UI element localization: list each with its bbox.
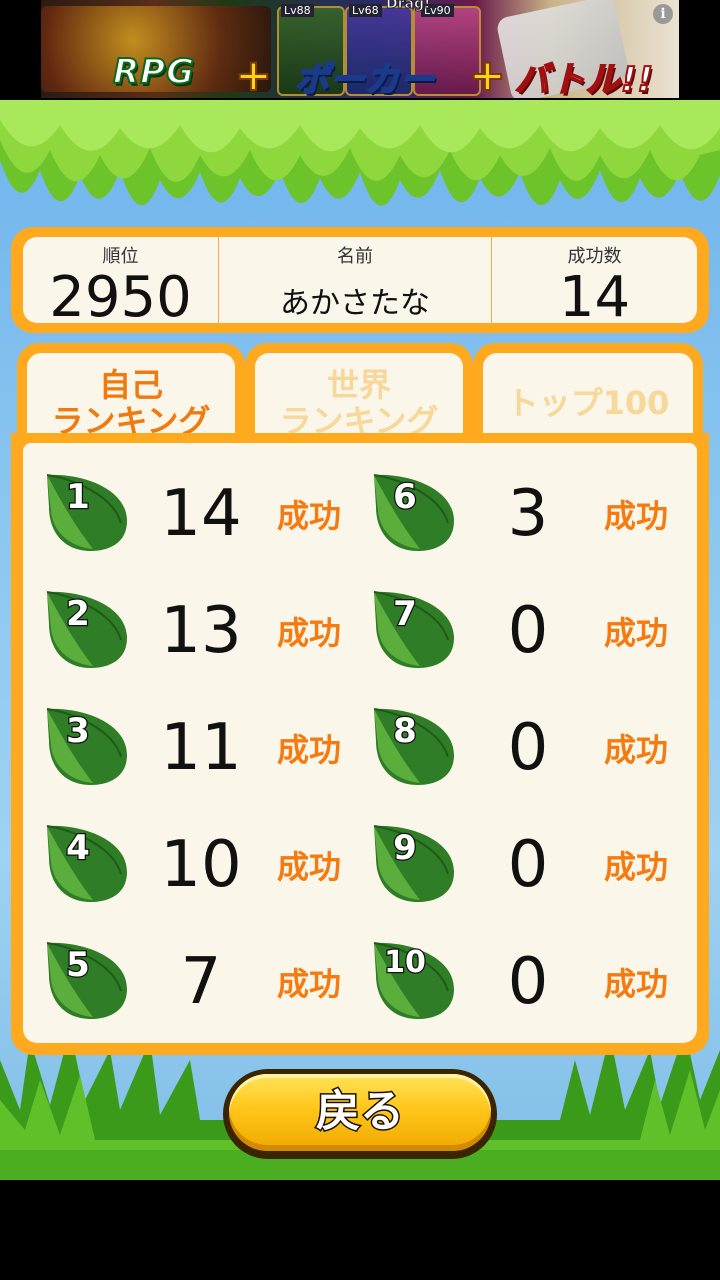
tab-world-ranking-body: 世界 ランキング	[255, 353, 463, 443]
ad-plus-2: +	[468, 49, 507, 98]
success-column: 成功数 14	[491, 237, 697, 328]
ranking-row: 9 0 成功	[350, 812, 687, 912]
success-suffix: 成功	[604, 965, 669, 1003]
tab-world-ranking-label: 世界 ランキング	[279, 366, 439, 440]
success-count: 10	[160, 828, 242, 902]
rank-number: 8	[392, 710, 418, 753]
success-count: 0	[507, 594, 549, 668]
success-count: 3	[507, 477, 549, 551]
ad-plus-1: +	[234, 49, 273, 98]
rank-number: 7	[392, 593, 418, 636]
ad-text-battle: バトル!!	[514, 59, 655, 98]
ad-level-tag: Lv68	[349, 4, 382, 17]
rank-value: 2950	[49, 265, 192, 330]
tab-self-ranking-label: 自己 ランキング	[51, 366, 211, 440]
player-summary-panel: 順位 2950 名前 あかさたな 成功数 14	[11, 227, 709, 333]
rank-number: 6	[392, 476, 418, 519]
ad-level-tag: Lv88	[281, 4, 314, 17]
success-suffix: 成功	[604, 614, 669, 652]
success-suffix: 成功	[277, 497, 342, 535]
success-count: 13	[160, 594, 242, 668]
name-label: 名前	[337, 246, 373, 267]
rank-number: 4	[65, 827, 91, 870]
ad-text-rpg: RPG	[112, 51, 196, 93]
rank-number: 1	[65, 476, 91, 519]
ranking-row: 8 0 成功	[350, 695, 687, 795]
tab-top-100-body: トップ100	[483, 353, 693, 443]
ranking-list-panel: 1 14 成功 2 13 成功 3 11 成功 4 10 成功 5 7 成功 6 3 成功 7 0 成功 8 0 成功 9 0 成功…	[11, 433, 709, 1055]
success-count-value: 14	[558, 265, 631, 330]
ranking-row: 2 13 成功	[23, 578, 360, 678]
ranking-row: 1 14 成功	[23, 461, 360, 561]
ad-banner[interactable]: Lv88 Lv68 Lv90 Drag! RPG + ポーカー + バトル!! …	[41, 0, 679, 98]
ad-drag-label: Drag!	[385, 0, 431, 13]
rank-number: 2	[65, 593, 91, 636]
ad-info-icon[interactable]: i	[653, 4, 673, 24]
ranking-row: 4 10 成功	[23, 812, 360, 912]
back-button-label: 戻る	[229, 1074, 491, 1151]
rank-number: 10	[383, 944, 427, 982]
ranking-list: 1 14 成功 2 13 成功 3 11 成功 4 10 成功 5 7 成功 6 3 成功 7 0 成功 8 0 成功 9 0 成功…	[23, 443, 697, 1043]
success-suffix: 成功	[277, 614, 342, 652]
tab-top-100-label: トップ100	[506, 384, 670, 422]
rank-number: 3	[65, 710, 91, 753]
rank-number: 5	[65, 944, 91, 987]
success-suffix: 成功	[604, 497, 669, 535]
back-button[interactable]: 戻る	[223, 1069, 497, 1159]
success-suffix: 成功	[604, 848, 669, 886]
success-count: 7	[180, 945, 222, 1019]
player-name: あかさたな	[280, 286, 430, 321]
rank-number: 9	[392, 827, 418, 870]
name-column: 名前 あかさたな	[218, 237, 491, 323]
success-count: 0	[507, 945, 549, 1019]
ranking-row: 7 0 成功	[350, 578, 687, 678]
success-count: 14	[160, 477, 242, 551]
ad-text-poker: ポーカー	[294, 59, 435, 98]
success-suffix: 成功	[604, 731, 669, 769]
ranking-row: 5 7 成功	[23, 929, 360, 1029]
ranking-row: 10 0 成功	[350, 929, 687, 1029]
success-suffix: 成功	[277, 848, 342, 886]
rank-column: 順位 2950	[23, 237, 218, 328]
ranking-row: 6 3 成功	[350, 461, 687, 561]
player-summary-content: 順位 2950 名前 あかさたな 成功数 14	[23, 237, 697, 328]
game-screen: 順位 2950 名前 あかさたな 成功数 14 自己 ランキング 世界 ランキン…	[0, 100, 720, 1180]
ranking-row: 3 11 成功	[23, 695, 360, 795]
success-count: 11	[160, 711, 242, 785]
success-suffix: 成功	[277, 965, 342, 1003]
success-suffix: 成功	[277, 731, 342, 769]
success-count: 0	[507, 711, 549, 785]
success-count: 0	[507, 828, 549, 902]
